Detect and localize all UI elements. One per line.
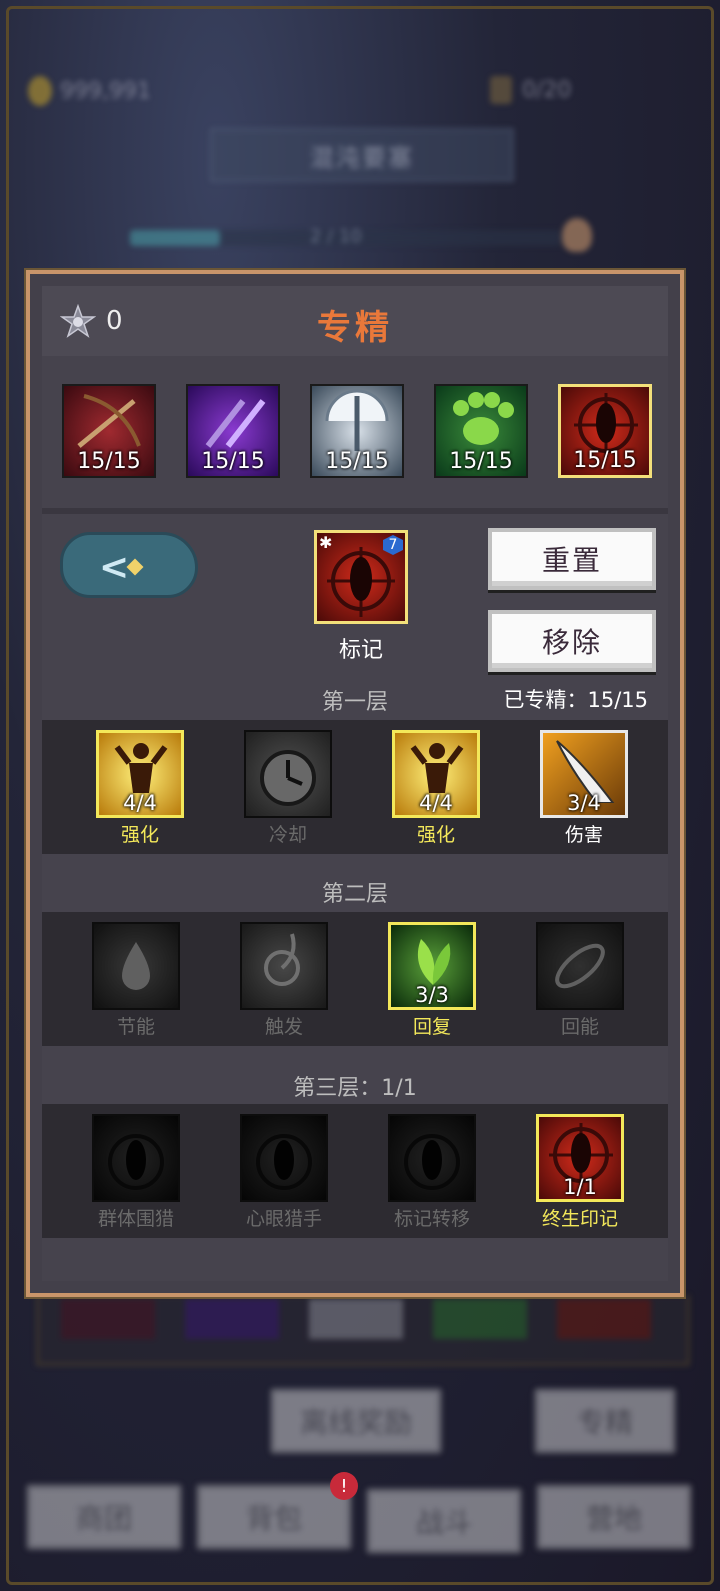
specialization-panel: 0 专精 15/15 15/15 15/15 15/15 15/15 < ✱ 7… [26,270,684,1297]
panel-title: 专精 [317,308,393,348]
crosshair-hunter-icon [256,1134,312,1190]
talent-level: 3/3 [415,983,449,1007]
tier3-box: 群体围猎 心眼猎手 标记转移 1/1 终生印记 [42,1104,668,1238]
stage-progress-fill [130,230,220,246]
talent-name: 强化 [416,824,455,846]
talent-name: 群体围猎 [97,1208,174,1230]
talent-recovery[interactable]: 3/3 [388,922,476,1010]
crossbow-icon [77,394,141,448]
gold-amount: 999,991 [60,78,151,104]
talent-trigger[interactable] [240,922,328,1010]
section-divider [42,508,668,514]
coin-icon [28,76,52,106]
talent-level: 4/4 [419,791,453,815]
gold-display: 999,991 [28,76,151,106]
talent-energy-return[interactable] [536,922,624,1010]
notification-badge: ! [330,1472,358,1500]
talent-name: 触发 [264,1016,303,1038]
reset-button[interactable]: 重置 [488,528,656,590]
talent-name: 标记转移 [393,1208,470,1230]
hunter-mark-class-icon[interactable]: 15/15 [558,384,652,478]
tier3-label: 第三层：1/1 [42,1070,668,1102]
stage-banner: 混沌要塞 [210,128,514,182]
talent-name: 回复 [412,1016,451,1038]
tier1-count-value: 15/15 [587,688,648,712]
snowflake-icon: ✱ [319,533,333,552]
dagger-class-icon[interactable]: 15/15 [186,384,280,478]
panel-header: 0 专精 [42,286,668,356]
talent-group-hunt[interactable] [92,1114,180,1202]
remove-button[interactable]: 移除 [488,610,656,672]
class-level: 15/15 [573,448,637,473]
talent-cooldown[interactable] [244,730,332,818]
talent-strengthen-1[interactable]: 4/4 [96,730,184,818]
talent-name: 终生印记 [541,1208,618,1230]
talent-strengthen-2[interactable]: 4/4 [392,730,480,818]
talent-mark-transfer[interactable] [388,1114,476,1202]
talent-damage[interactable]: 3/4 [540,730,628,818]
bag-icon [490,76,512,104]
talent-name: 伤害 [564,824,603,846]
talent-energy-save[interactable] [92,922,180,1010]
paw-icon [453,392,514,445]
boss-skull-icon [562,218,592,252]
talent-name: 节能 [116,1016,155,1038]
dagger-icon [205,399,266,448]
axe-class-icon[interactable]: 15/15 [310,384,404,478]
axe-icon [325,389,389,451]
tier1-box: 4/4 强化 冷却 4/4 强化 3/4 伤害 [42,720,668,854]
crossbow-class-icon[interactable]: 15/15 [62,384,156,478]
nav-merchant[interactable]: 商团 [26,1484,182,1550]
tier2-label: 第二层 [321,882,388,907]
bag-count: 0/20 [522,77,572,103]
chevron-left-icon: < [99,547,130,588]
crosshair-hunter-icon [574,393,638,457]
talent-name: 心眼猎手 [245,1208,322,1230]
class-strip-background [36,1295,690,1366]
bag-capacity: 0/20 [490,76,571,104]
droplet-icon [122,942,150,990]
crosshair-hunter-icon [404,1134,460,1190]
specialize-button[interactable]: 专精 [534,1388,676,1454]
hand-swirl-icon [264,933,300,986]
class-level: 15/15 [325,449,389,474]
tier3-count: 1/1 [381,1076,417,1101]
talent-name: 冷却 [268,824,307,846]
paw-class-icon[interactable]: 15/15 [434,384,528,478]
nav-camp[interactable]: 营地 [536,1484,692,1550]
tier3-label-text: 第三层： [293,1076,382,1101]
swirl-icon [555,943,605,989]
tier2-box: 节能 触发 3/3 回复 回能 [42,912,668,1046]
talent-level: 4/4 [123,791,157,815]
class-level: 15/15 [449,449,513,474]
talent-name: 回能 [560,1016,599,1038]
nav-battle[interactable]: 战斗 [366,1488,522,1554]
talent-name: 强化 [120,824,159,846]
talent-level: 1/1 [563,1175,597,1199]
tier1-count-label: 已专精： [503,688,588,712]
selected-spec-label: 标记 [338,638,383,663]
talent-level: 3/4 [567,791,601,815]
talent-mind-hunter[interactable] [240,1114,328,1202]
stopwatch-icon [260,750,316,806]
crosshair-hunter-icon [108,1134,164,1190]
class-level: 15/15 [201,449,265,474]
tier1-count: 已专精：15/15 [503,684,648,714]
talent-lifetime-mark[interactable]: 1/1 [536,1114,624,1202]
stage-progress-text: 2 / 10 [310,226,362,247]
selected-spec-icon: ✱ 7 [314,530,408,624]
offline-reward-button[interactable]: 离线奖励 [270,1388,442,1454]
class-icon-row: 15/15 15/15 15/15 15/15 15/15 [42,370,668,480]
class-level: 15/15 [77,449,141,474]
back-button[interactable]: < [60,532,198,598]
nav-backpack[interactable]: 背包 [196,1484,352,1550]
